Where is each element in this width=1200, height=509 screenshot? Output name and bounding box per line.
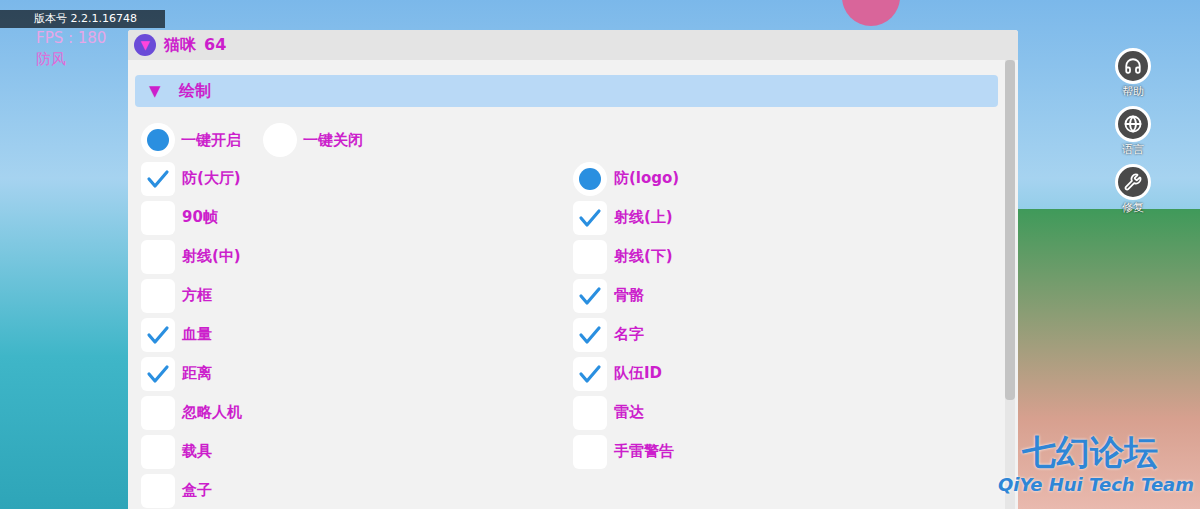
panel-count: 64 (204, 33, 226, 57)
option-grid: 防(大厅) 防(logo) 90帧 射线(上) 射线(中) 射线(下) 方框 骨骼血量 名字距离… (141, 159, 998, 509)
option-label: 名字 (614, 323, 644, 346)
option-item[interactable]: 防(大厅) (141, 159, 573, 198)
option-item[interactable]: 90帧 (141, 198, 573, 237)
radio-button[interactable] (141, 123, 175, 157)
side-button[interactable]: 帮助 (1115, 48, 1151, 100)
option-label: 骨骼 (614, 284, 644, 307)
game-screen: 版本号 2.2.1.16748FPS : 180防风▼猫咪64▼绘制一键开启一键… (0, 0, 1200, 509)
tick-icon (578, 323, 602, 347)
option-label: 队伍ID (614, 362, 662, 385)
side-buttons: 帮助语言修复 (1112, 48, 1154, 216)
option-label: 90帧 (182, 206, 218, 229)
option-label: 射线(下) (614, 245, 673, 268)
option-radio[interactable] (573, 162, 607, 196)
checkbox[interactable] (573, 435, 607, 469)
option-item[interactable]: 射线(中) (141, 237, 573, 276)
checkbox[interactable] (141, 318, 175, 352)
language-icon (1124, 115, 1142, 133)
checkbox[interactable] (573, 318, 607, 352)
tick-icon (578, 284, 602, 308)
checkbox[interactable] (141, 162, 175, 196)
option-label: 射线(中) (182, 245, 241, 268)
option-label: 方框 (182, 284, 212, 307)
scrollbar[interactable] (1005, 60, 1015, 509)
option-item[interactable]: 距离 (141, 354, 573, 393)
checkbox[interactable] (573, 279, 607, 313)
section-body: 一键开启 一键关闭防(大厅) 防(logo) 90帧 射线(上) 射线(中) 射线(下) 方框… (135, 107, 998, 509)
option-label: 射线(上) (614, 206, 673, 229)
mod-panel: ▼猫咪64▼绘制一键开启一键关闭防(大厅)防(logo)90帧射线(上)射线(中… (128, 30, 1018, 509)
option-label: 血量 (182, 323, 212, 346)
option-label: 载具 (182, 440, 212, 463)
checkbox[interactable] (573, 357, 607, 391)
option-label: 距离 (182, 362, 212, 385)
radio-button[interactable] (263, 123, 297, 157)
balloon (842, 0, 900, 26)
side-button[interactable]: 语言 (1115, 106, 1151, 158)
version-label: 版本号 2.2.1.16748 (0, 10, 165, 28)
tick-icon (146, 362, 170, 386)
panel-body: ▼ 绘制一键开启 一键关闭防(大厅) 防(logo) 90帧 射线(上) 射线(中) 射线(下… (128, 60, 1018, 509)
section-arrow: ▼ (149, 80, 161, 103)
side-button-label: 帮助 (1122, 84, 1144, 100)
option-item[interactable]: 射线(上) (573, 198, 998, 237)
checkbox[interactable] (141, 240, 175, 274)
tick-icon (578, 362, 602, 386)
option-item[interactable]: 射线(下) (573, 237, 998, 276)
option-item[interactable]: 血量 (141, 315, 573, 354)
option-label: 防(logo) (614, 167, 679, 190)
option-item[interactable]: 忽略人机 (141, 393, 573, 432)
option-item[interactable]: 手雷警告 (573, 432, 998, 471)
option-item[interactable]: 方框 (141, 276, 573, 315)
checkbox[interactable] (141, 279, 175, 313)
checkbox[interactable] (573, 240, 607, 274)
watermark: 七幻论坛QiYe Hui Tech Team (966, 432, 1194, 498)
panel-content: ▼ 绘制一键开启 一键关闭防(大厅) 防(logo) 90帧 射线(上) 射线(中) 射线(下… (128, 60, 1005, 509)
checkbox[interactable] (141, 396, 175, 430)
side-button[interactable]: 修复 (1115, 164, 1151, 216)
option-label: 忽略人机 (182, 401, 242, 424)
option-label: 雷达 (614, 401, 644, 424)
section-header[interactable]: ▼ 绘制 (135, 75, 998, 107)
watermark-subtitle: QiYe Hui Tech Team (998, 472, 1194, 498)
side-button-label: 修复 (1122, 200, 1144, 216)
panel-logo-icon: ▼ (134, 34, 156, 56)
option-item[interactable]: 雷达 (573, 393, 998, 432)
option-label: 盒子 (182, 479, 212, 502)
option-item[interactable]: 骨骼 (573, 276, 998, 315)
option-item[interactable]: 盒子 (141, 471, 573, 509)
radio-dot (579, 168, 601, 190)
radio-label: 一键开启 (181, 129, 241, 152)
panel-title: 猫咪 (164, 33, 196, 57)
repair-icon (1124, 173, 1142, 191)
option-label: 手雷警告 (614, 440, 674, 463)
checkbox[interactable] (141, 435, 175, 469)
option-label: 防(大厅) (182, 167, 241, 190)
option-item[interactable]: 防(logo) (573, 159, 998, 198)
panel-header[interactable]: ▼ 猫咪 64 (128, 30, 1018, 60)
option-item[interactable]: 载具 (141, 432, 573, 471)
checkbox[interactable] (141, 474, 175, 508)
radio-dot (147, 129, 169, 151)
radio-label: 一键关闭 (303, 129, 363, 152)
tick-icon (146, 167, 170, 191)
option-item[interactable]: 队伍ID (573, 354, 998, 393)
checkbox[interactable] (141, 357, 175, 391)
tick-icon (146, 323, 170, 347)
checkbox[interactable] (573, 201, 607, 235)
side-button-label: 语言 (1122, 142, 1144, 158)
tick-icon (578, 206, 602, 230)
checkbox[interactable] (573, 396, 607, 430)
watermark-title: 七幻论坛 (1022, 432, 1194, 472)
option-item[interactable]: 名字 (573, 315, 998, 354)
checkbox[interactable] (141, 201, 175, 235)
radio-row: 一键开启 一键关闭 (141, 121, 998, 159)
section-title: 绘制 (179, 79, 211, 103)
radio-option[interactable]: 一键关闭 (263, 123, 385, 157)
radio-option[interactable]: 一键开启 (141, 123, 263, 157)
scrollbar-thumb[interactable] (1005, 60, 1015, 400)
help-icon (1124, 57, 1142, 75)
